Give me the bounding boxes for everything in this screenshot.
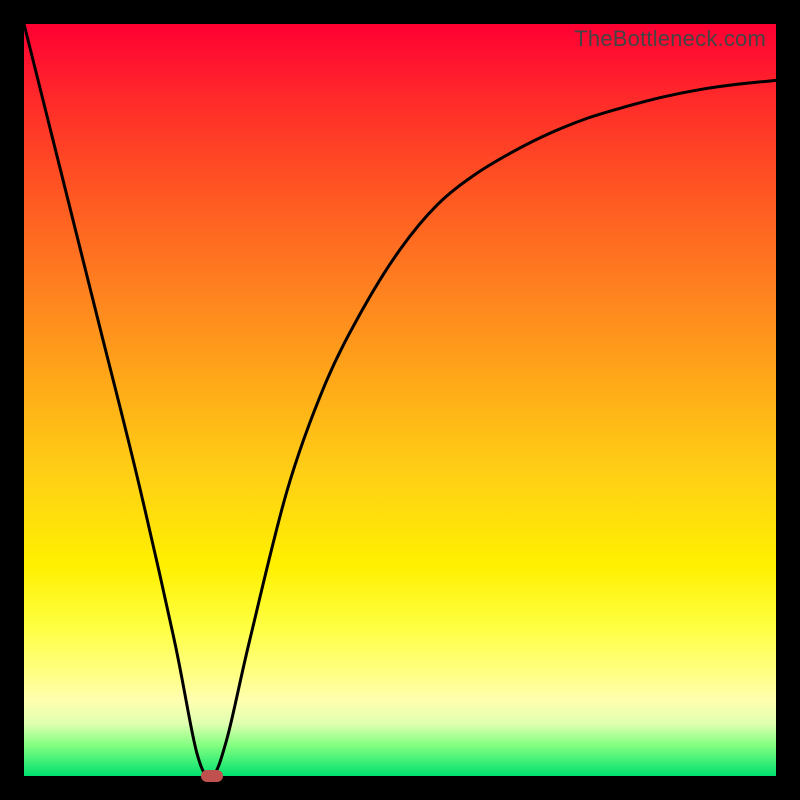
plot-area: TheBottleneck.com	[24, 24, 776, 776]
minimum-marker	[201, 770, 223, 782]
chart-frame: TheBottleneck.com	[0, 0, 800, 800]
bottleneck-curve	[24, 24, 776, 776]
